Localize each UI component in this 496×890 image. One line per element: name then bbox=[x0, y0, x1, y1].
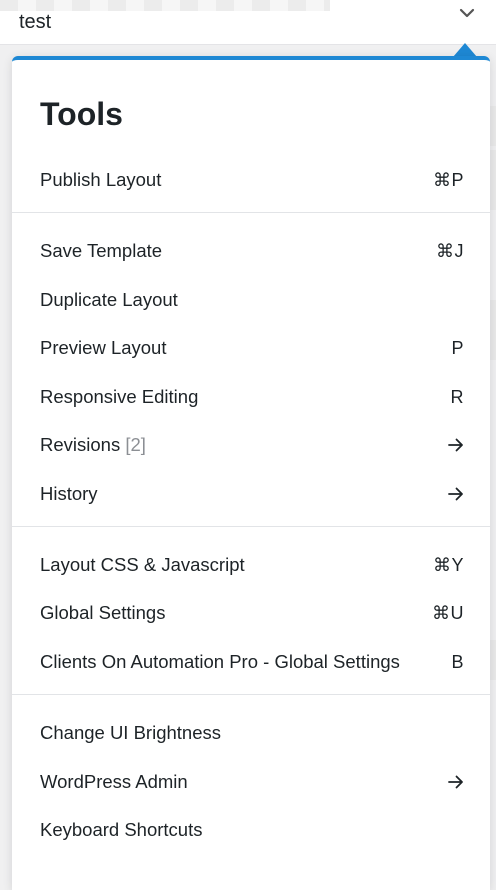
blurred-header-content bbox=[0, 0, 330, 11]
menu-item-wordpress-admin[interactable]: WordPress Admin bbox=[40, 764, 464, 800]
menu-item-label: Responsive Editing bbox=[40, 386, 199, 407]
menu-item-label: Keyboard Shortcuts bbox=[40, 819, 203, 840]
chevron-down-icon[interactable] bbox=[458, 4, 476, 22]
arrow-right-icon bbox=[448, 438, 464, 452]
menu-item-label: Save Template bbox=[40, 240, 163, 261]
menu-item-label: Revisions [2] bbox=[40, 434, 146, 456]
menu-item-responsive-editing[interactable]: Responsive Editing R bbox=[40, 379, 464, 415]
menu-item-layout-css-javascript[interactable]: Layout CSS & Javascript ⌘Y bbox=[40, 547, 464, 583]
menu-divider bbox=[12, 694, 490, 695]
menu-item-history[interactable]: History bbox=[40, 476, 464, 512]
dropdown-caret bbox=[453, 43, 477, 57]
menu-item-preview-layout[interactable]: Preview Layout P bbox=[40, 330, 464, 366]
menu-item-change-ui-brightness[interactable]: Change UI Brightness bbox=[40, 715, 464, 751]
menu-title: Tools bbox=[40, 96, 123, 132]
shortcut-label: ⌘Y bbox=[432, 554, 464, 575]
menu-item-save-template[interactable]: Save Template ⌘J bbox=[40, 233, 464, 269]
shortcut-label: ⌘P bbox=[432, 169, 464, 190]
top-bar: test bbox=[0, 0, 496, 45]
revisions-label: Revisions bbox=[40, 434, 121, 455]
arrow-right-icon bbox=[448, 487, 464, 501]
menu-item-label: History bbox=[40, 483, 98, 504]
shortcut-label: ⌘U bbox=[432, 602, 464, 623]
shortcut-label: ⌘J bbox=[436, 240, 464, 261]
shortcut-label: B bbox=[451, 651, 464, 672]
menu-item-label: Layout CSS & Javascript bbox=[40, 554, 245, 575]
arrow-right-icon bbox=[448, 775, 464, 789]
menu-item-label: Clients On Automation Pro - Global Setti… bbox=[40, 651, 400, 672]
menu-item-label: WordPress Admin bbox=[40, 771, 188, 792]
menu-item-keyboard-shortcuts[interactable]: Keyboard Shortcuts bbox=[40, 812, 464, 848]
menu-divider bbox=[12, 212, 490, 213]
menu-divider bbox=[12, 526, 490, 527]
revisions-count: [2] bbox=[125, 434, 146, 455]
menu-item-label: Publish Layout bbox=[40, 169, 162, 190]
shortcut-label: P bbox=[451, 337, 464, 358]
menu-item-clients-on-automation-global-settings[interactable]: Clients On Automation Pro - Global Setti… bbox=[40, 644, 464, 680]
shortcut-label: R bbox=[450, 386, 464, 407]
menu-item-global-settings[interactable]: Global Settings ⌘U bbox=[40, 595, 464, 631]
menu-item-label: Change UI Brightness bbox=[40, 722, 221, 743]
menu-item-label: Duplicate Layout bbox=[40, 289, 178, 310]
menu-item-label: Preview Layout bbox=[40, 337, 167, 358]
layout-title: test bbox=[19, 11, 52, 33]
menu-item-publish-layout[interactable]: Publish Layout ⌘P bbox=[40, 162, 464, 198]
menu-item-label: Global Settings bbox=[40, 602, 166, 623]
menu-item-duplicate-layout[interactable]: Duplicate Layout bbox=[40, 282, 464, 318]
menu-item-revisions[interactable]: Revisions [2] bbox=[40, 427, 464, 463]
tools-menu: Tools Publish Layout ⌘P Save Template ⌘J… bbox=[12, 56, 490, 890]
